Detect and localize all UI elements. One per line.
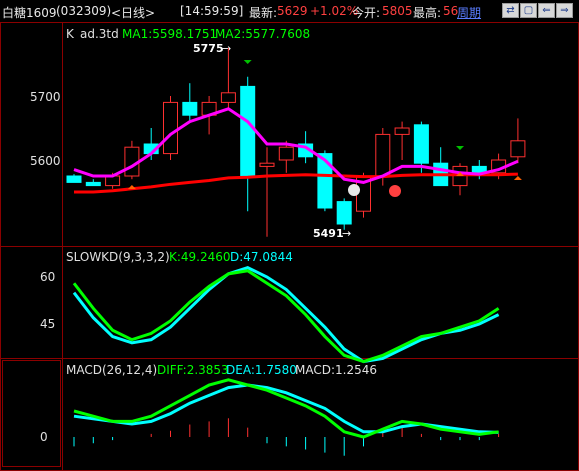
ma1-label: MA1:5598.1751 — [122, 27, 217, 41]
high-marker-label: 5775 — [193, 42, 224, 55]
candle-body — [240, 85, 256, 177]
candle-body — [182, 101, 198, 116]
kd-y-tick-60: 60 — [40, 270, 55, 284]
candle-body — [85, 181, 101, 187]
candle-body — [413, 124, 429, 164]
macd-corner-box — [2, 360, 61, 467]
macd-dea-label: DEA:1.7580 — [226, 363, 297, 377]
candle-body — [394, 127, 410, 135]
macd-value-label: MACD:1.2546 — [295, 363, 377, 377]
candle-body — [375, 133, 391, 177]
candle-body — [163, 101, 178, 155]
kd-title: SLOWKD(9,3,3,2) — [66, 250, 170, 264]
macd-diff-label: DIFF:2.3853 — [157, 363, 229, 377]
macd-dea-line — [73, 383, 499, 434]
macd-y-tick-0: 0 — [40, 430, 48, 444]
low-marker-label: 5491 — [313, 227, 344, 240]
candle-body — [66, 175, 82, 183]
candle-body — [278, 146, 294, 161]
happy-face-icon — [389, 185, 401, 197]
candle-body — [336, 201, 352, 225]
ma1-line — [73, 107, 519, 184]
y-tick-5700: 5700 — [30, 90, 61, 104]
low-marker-arrow: → — [342, 227, 351, 240]
macd-diff-line — [73, 378, 499, 439]
chart-area[interactable]: K ad.3td MA1:5598.1751 MA2:5577.7608 570… — [0, 0, 579, 471]
high-marker-arrow: → — [222, 42, 231, 55]
kd-k-label: K:49.2460 — [169, 250, 231, 264]
sad-face-icon — [348, 184, 360, 196]
main-label-k: K — [66, 27, 75, 41]
candle-body — [259, 162, 275, 167]
candle-body — [510, 140, 526, 158]
sell-arrow-icon — [243, 60, 252, 64]
ma2-line — [74, 172, 518, 194]
y-tick-5600: 5600 — [30, 154, 61, 168]
buy-arrow-icon — [513, 176, 522, 180]
kd-d-label: D:47.0844 — [230, 250, 293, 264]
macd-title: MACD(26,12,4) — [66, 363, 157, 377]
sell-arrow-icon — [456, 146, 464, 150]
kd-k-line — [72, 269, 500, 364]
kd-y-tick-45: 45 — [40, 317, 55, 331]
main-label-ad: ad.3td — [80, 27, 119, 41]
kd-d-line — [72, 265, 500, 364]
candle-body — [220, 92, 236, 103]
ma2-label: MA2:5577.7608 — [215, 27, 310, 41]
buy-arrow-icon — [127, 185, 136, 189]
